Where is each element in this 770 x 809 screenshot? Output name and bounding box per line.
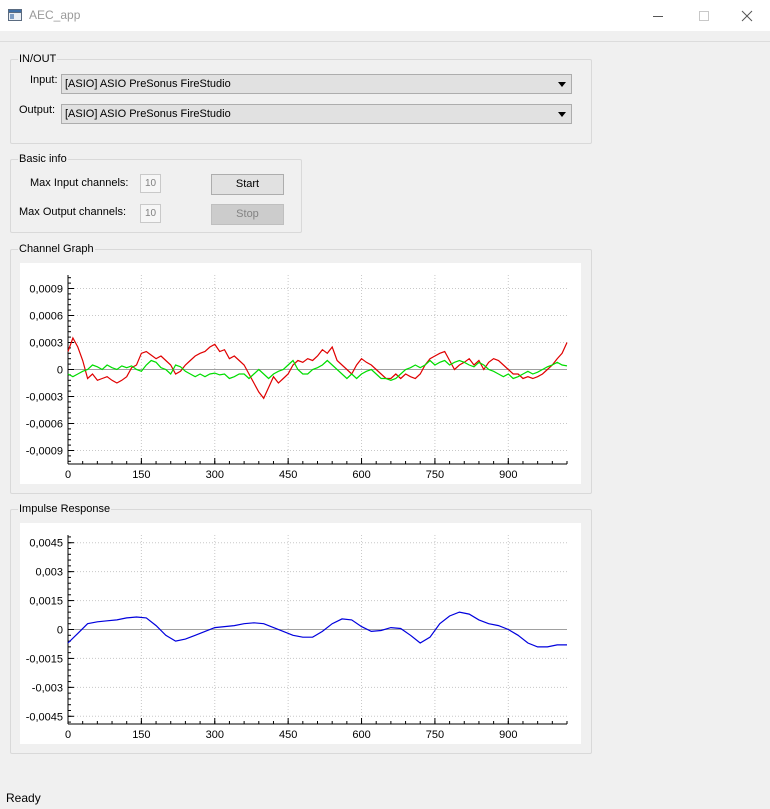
x-tick-label: 450 xyxy=(279,469,297,481)
series-line xyxy=(67,359,568,381)
x-tick-label: 600 xyxy=(352,469,370,481)
stop-button[interactable]: Stop xyxy=(211,204,284,225)
x-tick-label: 450 xyxy=(279,729,297,741)
x-tick-label: 750 xyxy=(426,469,444,481)
y-tick-label: 0 xyxy=(57,625,63,637)
max-input-channels-field[interactable]: 10 xyxy=(140,174,161,193)
y-tick-label: -0,0009 xyxy=(26,446,63,458)
menu-bar xyxy=(0,31,770,42)
y-tick-label: -0,003 xyxy=(32,682,63,694)
channel-graph-plot-area: 0 150 300 450 600 750 900 0,0009 0,0006 0,0003 0 -0… xyxy=(20,263,581,484)
max-input-channels-label: Max Input channels: xyxy=(30,177,129,189)
max-output-channels-field[interactable]: 10 xyxy=(140,204,161,223)
y-tick-label: 0,0045 xyxy=(29,538,63,550)
close-icon xyxy=(741,10,753,22)
maximize-icon xyxy=(699,11,709,21)
x-tick-label: 900 xyxy=(499,729,517,741)
x-tick-label: 150 xyxy=(132,729,150,741)
channel-graph-title: Channel Graph xyxy=(18,243,95,255)
x-tick-label: 900 xyxy=(499,469,517,481)
output-device-combo[interactable]: [ASIO] ASIO PreSonus FireStudio xyxy=(61,104,572,124)
inout-group-title: IN/OUT xyxy=(18,53,58,65)
chevron-down-icon xyxy=(558,82,566,87)
max-output-channels-label: Max Output channels: xyxy=(19,206,127,218)
output-device-value: [ASIO] ASIO PreSonus FireStudio xyxy=(65,108,231,120)
y-tick-label: -0,0003 xyxy=(26,392,63,404)
start-button[interactable]: Start xyxy=(211,174,284,195)
impulse-response-chart: 0 150 300 450 600 750 9000,00450,0030,00150-0,… xyxy=(26,535,568,741)
y-tick-label: 0 xyxy=(57,365,63,377)
y-tick-label: 0,003 xyxy=(35,567,63,579)
input-device-combo[interactable]: [ASIO] ASIO PreSonus FireStudio xyxy=(61,74,572,94)
x-tick-label: 750 xyxy=(426,729,444,741)
channel-graph-chart: 0 150 300 450 600 750 9000,00090,00060,00030-0… xyxy=(26,275,568,481)
minimize-icon xyxy=(653,16,663,17)
x-tick-label: 300 xyxy=(206,729,224,741)
inout-group: IN/OUT Input: [ASIO] ASIO PreSonus FireS… xyxy=(10,53,592,144)
title-bar: AEC_app xyxy=(0,0,770,31)
y-tick-label: 0,0015 xyxy=(29,596,63,608)
y-tick-label: -0,0045 xyxy=(26,711,63,723)
input-device-value: [ASIO] ASIO PreSonus FireStudio xyxy=(65,78,231,90)
window-title: AEC_app xyxy=(29,8,81,22)
x-tick-label: 0 xyxy=(65,469,71,481)
input-label: Input: xyxy=(30,74,58,86)
close-button[interactable] xyxy=(724,0,770,31)
y-tick-label: 0,0006 xyxy=(29,311,63,323)
impulse-response-plot-area: 0 150 300 450 600 750 900 0,0045 0,003 0,0015 0 -0,… xyxy=(20,523,581,744)
y-tick-label: -0,0015 xyxy=(26,653,63,665)
y-tick-label: 0,0009 xyxy=(29,284,63,296)
y-tick-label: 0,0003 xyxy=(29,338,63,350)
status-text: Ready xyxy=(6,791,41,805)
basic-info-group-title: Basic info xyxy=(18,153,68,165)
minimize-button[interactable] xyxy=(635,0,681,31)
impulse-response-title: Impulse Response xyxy=(18,503,112,515)
chevron-down-icon xyxy=(558,112,566,117)
x-tick-label: 300 xyxy=(206,469,224,481)
x-tick-label: 0 xyxy=(65,729,71,741)
maximize-button[interactable] xyxy=(681,0,727,31)
output-label: Output: xyxy=(19,104,56,116)
y-tick-label: -0,0006 xyxy=(26,419,63,431)
basic-info-group: Basic info Max Input channels: 10 Start … xyxy=(10,153,302,233)
app-icon xyxy=(8,9,22,21)
x-tick-label: 150 xyxy=(132,469,150,481)
x-tick-label: 600 xyxy=(352,729,370,741)
